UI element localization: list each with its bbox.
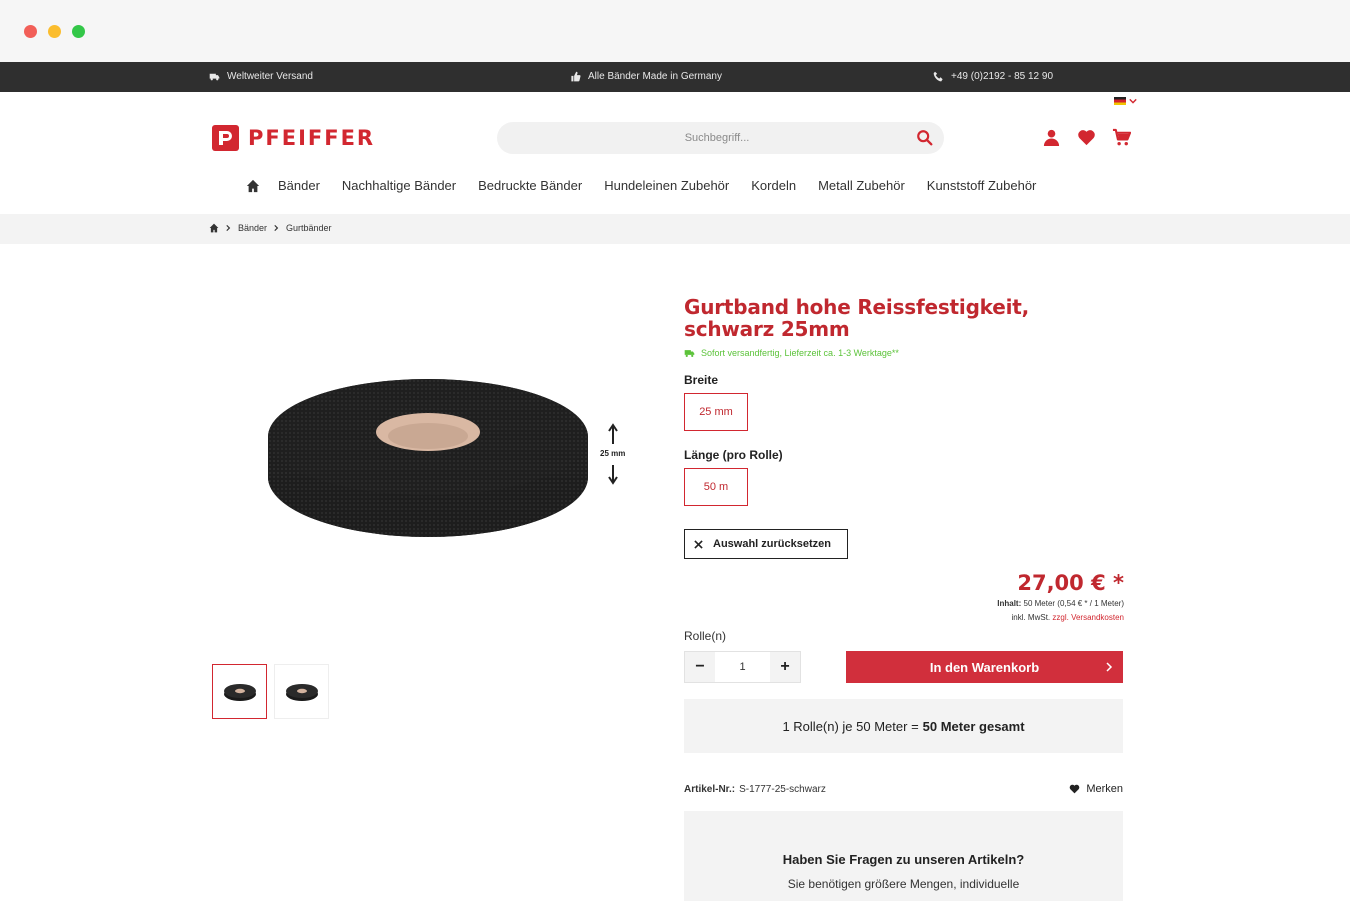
chevron-right-icon (274, 224, 279, 232)
nav-item-kordeln[interactable]: Kordeln (751, 178, 796, 193)
faq-question: Haben Sie Fragen zu unseren Artikeln? (782, 852, 1025, 867)
quantity-summary: 1 Rolle(n) je 50 Meter = 50 Meter gesamt (684, 699, 1123, 753)
logo-text: PFEIFFER (248, 126, 376, 150)
buy-row: − + In den Warenkorb (684, 651, 1123, 683)
logo-mark-icon (212, 125, 239, 151)
top-info-bar: Weltweiter Versand Alle Bänder Made in G… (0, 62, 1350, 92)
quantity-increase-button[interactable]: + (770, 652, 800, 682)
home-icon (246, 179, 260, 192)
summary-prefix: 1 Rolle(n) je 50 Meter = (782, 718, 919, 734)
product-title: Gurtband hohe Reissfestigkeit, schwarz 2… (684, 295, 1030, 341)
article-value: S-1777-25-schwarz (739, 783, 826, 795)
header-actions (1042, 128, 1131, 147)
phone-icon (933, 71, 943, 82)
site-logo[interactable]: PFEIFFER (212, 125, 375, 151)
site-header: PFEIFFER Bänder Nachhaltige Bänder Bedru… (0, 92, 1350, 214)
breadcrumb-bar: Bänder Gurtbänder (0, 214, 1350, 244)
content-value: 50 Meter (0,54 € * / 1 Meter) (1023, 599, 1125, 608)
nav-home[interactable] (246, 179, 260, 193)
delivery-info: Sofort versandfertig, Lieferzeit ca. 1-3… (684, 348, 1124, 358)
breadcrumb: Bänder Gurtbänder (209, 223, 332, 233)
made-in-info: Alle Bänder Made in Germany (570, 71, 722, 82)
search-input[interactable] (497, 122, 907, 154)
width-label: Breite (684, 373, 719, 387)
search-icon[interactable] (916, 129, 934, 147)
wishlist-label: Merken (1086, 783, 1123, 795)
de-flag-icon (1114, 97, 1126, 105)
nav-item-metall-zubehoer[interactable]: Metall Zubehör (818, 178, 905, 193)
article-number: Artikel-Nr.: S-1777-25-schwarz (684, 784, 826, 795)
reset-selection-label: Auswahl zurücksetzen (713, 538, 831, 550)
tax-info: inkl. MwSt. zzgl. Versandkosten (684, 611, 1124, 625)
search-bar (497, 122, 944, 154)
thumbnail-2[interactable] (274, 664, 329, 719)
reset-selection-button[interactable]: Auswahl zurücksetzen (684, 529, 848, 559)
thumbnail-1[interactable] (212, 664, 267, 719)
article-label: Artikel-Nr.: (684, 783, 736, 795)
truck-icon (684, 349, 695, 357)
article-row: Artikel-Nr.: S-1777-25-schwarz Merken (684, 783, 1123, 795)
nav-item-bedruckte-baender[interactable]: Bedruckte Bänder (478, 178, 582, 193)
shipping-info: Weltweiter Versand (209, 71, 313, 82)
chevron-down-icon (1129, 98, 1137, 104)
quantity-label: Rolle(n) (684, 629, 727, 643)
length-option[interactable]: 50 m (684, 468, 748, 506)
main-navigation: Bänder Nachhaltige Bänder Bedruckte Bänd… (246, 178, 1058, 193)
breadcrumb-gurtbaender[interactable]: Gurtbänder (286, 223, 332, 233)
nav-item-baender[interactable]: Bänder (278, 178, 320, 193)
account-icon[interactable] (1042, 128, 1061, 147)
nav-item-nachhaltige-baender[interactable]: Nachhaltige Bänder (342, 178, 456, 193)
faq-text: Sie benötigen größere Mengen, individuel… (787, 877, 1020, 891)
delivery-text: Sofort versandfertig, Lieferzeit ca. 1-3… (701, 348, 899, 358)
product-details: Gurtband hohe Reissfestigkeit, schwarz 2… (684, 296, 1124, 901)
home-icon[interactable] (209, 223, 219, 233)
chevron-right-icon (1106, 662, 1113, 672)
quantity-stepper: − + (684, 651, 801, 683)
tax-text: inkl. MwSt. (1011, 613, 1051, 622)
product-price: 27,00 € * (1017, 571, 1124, 595)
heart-icon (1070, 784, 1080, 794)
summary-total: 50 Meter gesamt (922, 718, 1025, 734)
heart-icon[interactable] (1077, 128, 1096, 147)
truck-icon (209, 73, 220, 81)
phone-text[interactable]: +49 (0)2192 - 85 12 90 (951, 71, 1053, 82)
phone-info[interactable]: +49 (0)2192 - 85 12 90 (933, 71, 1053, 82)
nav-item-hundeleinen-zubehoer[interactable]: Hundeleinen Zubehör (604, 178, 729, 193)
nav-item-kunststoff-zubehoer[interactable]: Kunststoff Zubehör (927, 178, 1037, 193)
chevron-right-icon (226, 224, 231, 232)
add-to-cart-button[interactable]: In den Warenkorb (846, 651, 1123, 683)
thumbnail-list (212, 664, 329, 719)
wishlist-button[interactable]: Merken (1069, 783, 1123, 795)
content-label: Inhalt: (997, 599, 1022, 608)
minimize-window-dot[interactable] (48, 25, 61, 38)
thumbs-up-icon (571, 71, 581, 82)
shipping-text: Weltweiter Versand (227, 71, 313, 82)
add-to-cart-label: In den Warenkorb (929, 659, 1040, 675)
close-window-dot[interactable] (24, 25, 37, 38)
price-content: Inhalt: 50 Meter (0,54 € * / 1 Meter) (684, 597, 1124, 611)
made-in-text: Alle Bänder Made in Germany (588, 71, 722, 82)
maximize-window-dot[interactable] (72, 25, 85, 38)
dimension-label: 25 mm (600, 449, 626, 458)
product-image[interactable]: 25 mm (205, 280, 645, 590)
close-icon (694, 539, 703, 549)
faq-box: Haben Sie Fragen zu unseren Artikeln? Si… (684, 811, 1123, 901)
breadcrumb-baender[interactable]: Bänder (238, 223, 267, 233)
cart-icon[interactable] (1112, 128, 1131, 147)
language-switcher[interactable] (1114, 97, 1137, 105)
quantity-input[interactable] (715, 652, 770, 682)
width-option[interactable]: 25 mm (684, 393, 748, 431)
quantity-decrease-button[interactable]: − (685, 652, 715, 682)
length-label: Länge (pro Rolle) (684, 448, 783, 462)
browser-chrome (0, 0, 1350, 62)
shipping-costs-link[interactable]: zzgl. Versandkosten (1052, 613, 1124, 622)
